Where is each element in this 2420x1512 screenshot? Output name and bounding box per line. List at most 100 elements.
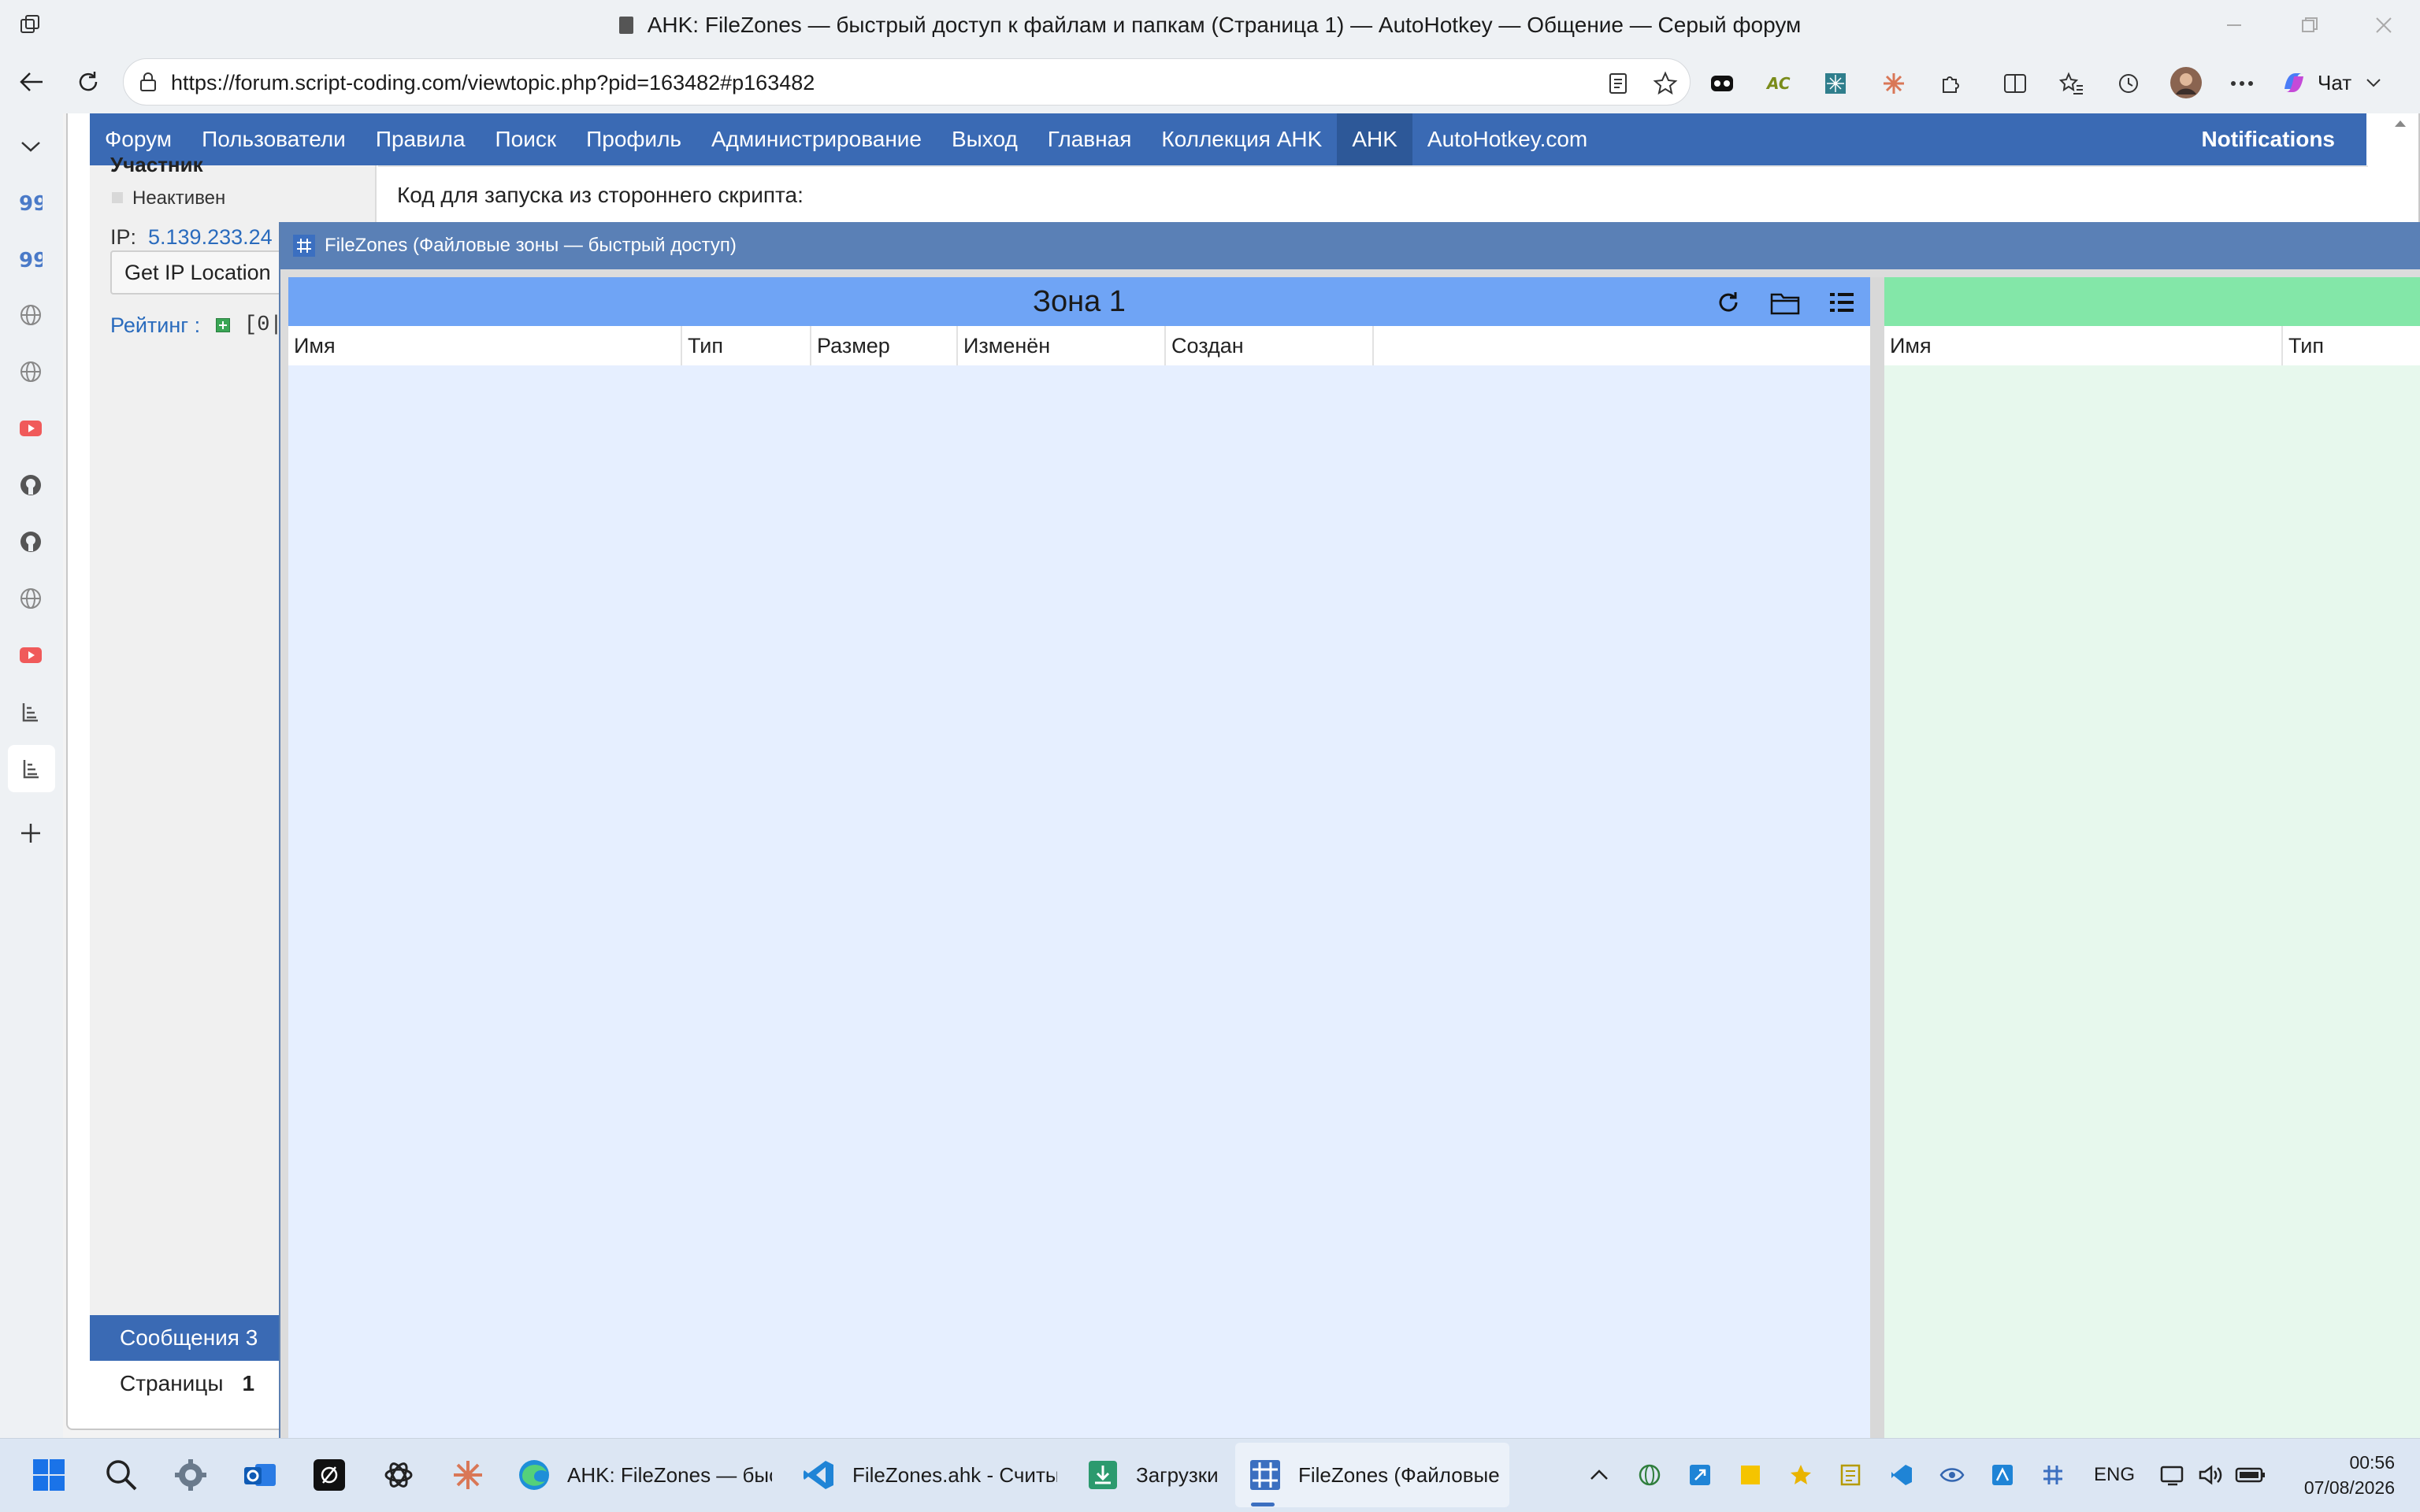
tray-filezones-icon[interactable] [2039, 1438, 2067, 1512]
tray-battery-icon[interactable] [2234, 1438, 2267, 1512]
sidebar-collapse-icon[interactable] [14, 131, 47, 162]
column-header-size[interactable]: Размер [811, 326, 958, 365]
tray-overflow-chevron-icon[interactable] [1585, 1438, 1613, 1512]
get-ip-location-button[interactable]: Get IP Location [110, 250, 299, 295]
chatgpt-icon[interactable] [378, 1438, 419, 1512]
tray-network-globe-icon[interactable] [1635, 1438, 1664, 1512]
favorites-list-icon[interactable] [2056, 68, 2088, 99]
nav-autohotkey-com[interactable]: AutoHotkey.com [1412, 113, 1602, 165]
sidebar-tab-youtube-icon[interactable] [14, 639, 47, 671]
rating-plus-icon[interactable] [216, 318, 230, 332]
tray-monitor-icon[interactable] [2158, 1438, 2187, 1512]
zone-1-column-headers: Имя Тип Размер Изменён Создан [288, 326, 1870, 365]
user-role: Участник [110, 153, 203, 176]
add-tab-plus-icon[interactable] [14, 817, 47, 849]
history-icon[interactable] [2113, 68, 2144, 99]
minimize-button[interactable] [2218, 9, 2250, 41]
nav-users[interactable]: Пользователи [187, 113, 361, 165]
favorite-star-icon[interactable] [1650, 69, 1680, 98]
split-screen-icon[interactable] [1999, 68, 2031, 99]
profile-avatar[interactable] [2168, 65, 2204, 101]
nav-home[interactable]: Главная [1033, 113, 1147, 165]
zone-1-panel[interactable] [288, 277, 1870, 1438]
sidebar-tab-globe-icon[interactable] [14, 299, 47, 331]
sidebar-tab-quote-icon[interactable]: 99 [14, 244, 47, 276]
tray-notes-icon[interactable] [1837, 1438, 1865, 1512]
extension-grid-icon[interactable] [1820, 68, 1851, 99]
address-bar[interactable]: https://forum.script-coding.com/viewtopi… [123, 58, 1691, 106]
nav-administration[interactable]: Администрирование [696, 113, 937, 165]
copilot-chat-button[interactable]: Чат [2278, 65, 2404, 101]
taskbar-app-filezones[interactable]: FileZones (Файловые зо [1235, 1443, 1509, 1507]
view-list-icon[interactable] [1824, 285, 1859, 320]
sidebar-tab-youtube-icon[interactable] [14, 413, 47, 444]
page-scrollbar-up-arrow[interactable] [2393, 118, 2409, 134]
taskbar-app-downloads[interactable]: Загрузки [1082, 1438, 1240, 1512]
tray-resize-icon[interactable] [1686, 1438, 1714, 1512]
extensions-puzzle-icon[interactable] [1935, 68, 1966, 99]
lock-icon[interactable] [136, 70, 160, 94]
tray-volume-icon[interactable] [2196, 1438, 2225, 1512]
search-icon[interactable] [101, 1438, 142, 1512]
folder-icon[interactable] [1768, 285, 1802, 320]
settings-gear-icon[interactable] [170, 1438, 211, 1512]
close-button[interactable] [2368, 9, 2400, 41]
nav-rules[interactable]: Правила [361, 113, 481, 165]
sidebar-tab-globe-icon[interactable] [14, 356, 47, 387]
nav-logout[interactable]: Выход [937, 113, 1033, 165]
forum-navbar: Форум Пользователи Правила Поиск Профиль… [90, 113, 2366, 165]
svg-text:AC: AC [1765, 74, 1791, 93]
claude-icon[interactable] [447, 1438, 488, 1512]
column-header-name[interactable]: Имя [288, 326, 682, 365]
refresh-icon[interactable] [1711, 285, 1746, 320]
filezones-title-bar[interactable]: FileZones (Файловые зоны — быстрый досту… [280, 222, 2420, 269]
reading-view-icon[interactable] [1605, 70, 1631, 97]
sidebar-tab-forum-icon[interactable] [14, 696, 47, 728]
nav-search[interactable]: Поиск [481, 113, 572, 165]
status-dot-icon [112, 192, 123, 203]
edge-icon [514, 1458, 555, 1492]
ip-address-link[interactable]: 5.139.233.24 [148, 225, 273, 250]
tray-language[interactable]: ENG [2094, 1438, 2149, 1512]
restore-button[interactable] [2294, 9, 2325, 41]
refresh-icon[interactable] [72, 66, 104, 98]
taskbar-app-vscode[interactable]: FileZones.ahk - Считыв [799, 1438, 1067, 1512]
page-number-current[interactable]: 1 [242, 1371, 254, 1396]
url-text[interactable]: https://forum.script-coding.com/viewtopi… [171, 59, 815, 106]
tray-eye-icon[interactable] [1938, 1438, 1966, 1512]
nav-profile[interactable]: Профиль [571, 113, 696, 165]
clock-date: 07/08/2026 [2303, 1477, 2395, 1498]
active-app-indicator [1251, 1503, 1275, 1506]
nav-ahk[interactable]: AHK [1337, 113, 1412, 165]
outlook-icon[interactable] [239, 1438, 280, 1512]
tray-star-icon[interactable] [1787, 1438, 1815, 1512]
sidebar-tab-quote-icon[interactable]: 99 [14, 187, 47, 219]
zone-splitter[interactable] [1870, 277, 1884, 1438]
column-header-modified[interactable]: Изменён [958, 326, 1166, 365]
extension-ac-icon[interactable]: AC [1763, 68, 1795, 99]
back-arrow-icon[interactable] [14, 66, 49, 98]
start-windows-icon[interactable] [28, 1438, 69, 1512]
column-header-name[interactable]: Имя [1884, 326, 2283, 365]
tray-vscode-icon[interactable] [1887, 1438, 1916, 1512]
column-header-created[interactable]: Создан [1166, 326, 1374, 365]
tray-sticky-note-icon[interactable] [1736, 1438, 1765, 1512]
column-header-type[interactable]: Тип [2283, 326, 2420, 365]
column-header-type[interactable]: Тип [682, 326, 811, 365]
nav-notifications[interactable]: Notifications [2186, 113, 2366, 165]
sidebar-tab-github-icon[interactable] [14, 469, 47, 501]
nav-ahk-collection[interactable]: Коллекция AHK [1146, 113, 1337, 165]
copilot-icon [2278, 67, 2310, 98]
taskbar-app-browser[interactable]: AHK: FileZones — быстр [514, 1438, 781, 1512]
sidebar-tab-forum-active-icon[interactable] [8, 745, 55, 792]
extension-mask-icon[interactable] [1706, 68, 1738, 99]
terminal-app-icon[interactable] [309, 1438, 350, 1512]
extension-claude-icon[interactable] [1878, 68, 1910, 99]
rating-label: Рейтинг : [110, 313, 201, 337]
sidebar-tab-globe-icon[interactable] [14, 583, 47, 614]
zone-2-panel[interactable] [1884, 277, 2420, 1438]
sidebar-tab-github-icon[interactable] [14, 526, 47, 558]
tray-clock[interactable]: 00:56 07/08/2026 [2285, 1438, 2395, 1512]
tray-translate-icon[interactable] [1988, 1438, 2017, 1512]
more-options-icon[interactable] [2226, 68, 2258, 99]
